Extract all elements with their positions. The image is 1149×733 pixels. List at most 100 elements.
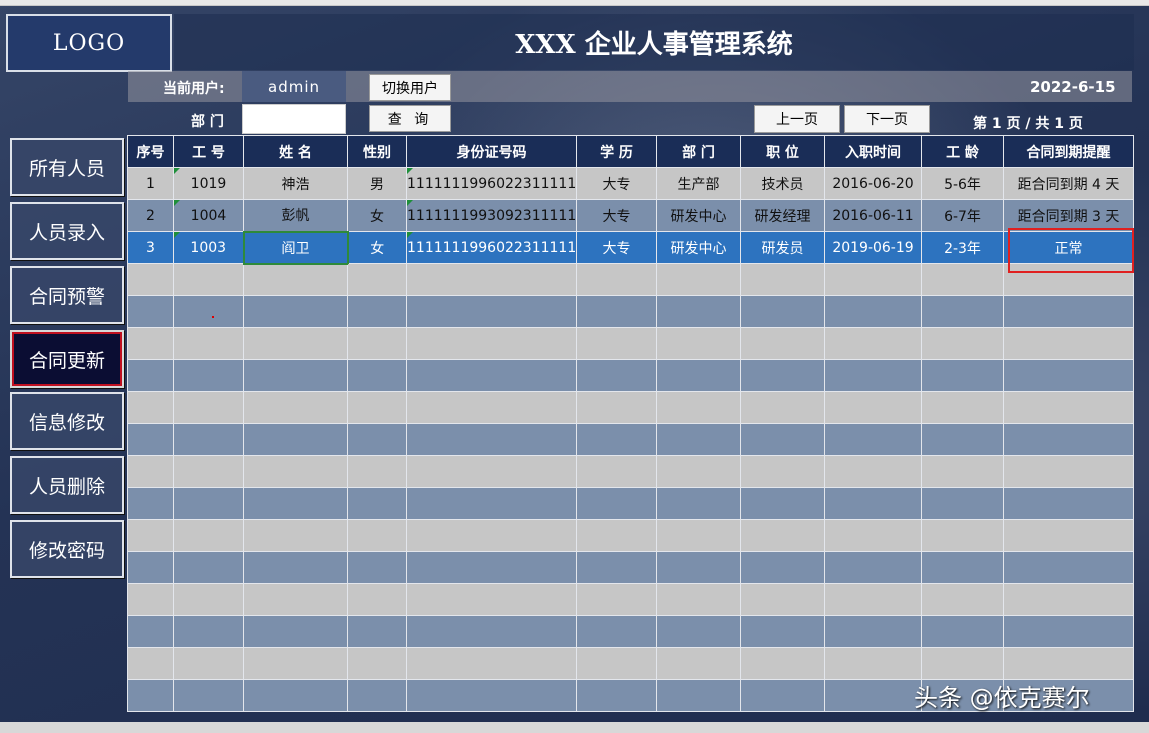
table-cell[interactable] bbox=[406, 359, 577, 392]
table-cell[interactable]: 神浩 bbox=[243, 167, 348, 200]
table-cell[interactable]: 女 bbox=[347, 199, 407, 232]
table-cell[interactable]: 6-7年 bbox=[921, 199, 1004, 232]
table-cell[interactable] bbox=[576, 615, 657, 648]
table-cell[interactable] bbox=[127, 583, 174, 616]
table-row[interactable] bbox=[127, 359, 1134, 392]
table-row[interactable] bbox=[127, 551, 1134, 584]
table-cell[interactable] bbox=[173, 423, 244, 456]
table-cell[interactable] bbox=[824, 359, 922, 392]
table-cell[interactable]: 1111111996022311111 bbox=[406, 231, 577, 264]
table-cell[interactable] bbox=[173, 551, 244, 584]
table-cell[interactable]: 2 bbox=[127, 199, 174, 232]
table-cell[interactable] bbox=[576, 679, 657, 712]
table-cell[interactable] bbox=[1003, 423, 1134, 456]
table-cell[interactable] bbox=[406, 423, 577, 456]
table-cell[interactable] bbox=[656, 263, 741, 296]
sidebar-item-contract-warning[interactable]: 合同预警 bbox=[10, 266, 124, 324]
table-cell[interactable] bbox=[740, 263, 825, 296]
table-cell[interactable] bbox=[576, 487, 657, 520]
table-cell[interactable] bbox=[740, 583, 825, 616]
table-cell[interactable] bbox=[921, 263, 1004, 296]
table-cell[interactable] bbox=[127, 391, 174, 424]
table-cell[interactable] bbox=[243, 391, 348, 424]
table-cell[interactable] bbox=[347, 455, 407, 488]
table-cell[interactable] bbox=[406, 583, 577, 616]
table-cell[interactable] bbox=[576, 519, 657, 552]
table-cell[interactable] bbox=[406, 455, 577, 488]
table-cell[interactable] bbox=[406, 263, 577, 296]
table-cell[interactable] bbox=[921, 455, 1004, 488]
table-cell[interactable] bbox=[740, 391, 825, 424]
table-cell[interactable]: 女 bbox=[347, 231, 407, 264]
table-cell[interactable] bbox=[1003, 359, 1134, 392]
table-cell[interactable] bbox=[921, 487, 1004, 520]
table-row[interactable]: 3 1003 阎卫女 1111111996022311111 大专 研发中心 研发员 2019… bbox=[127, 230, 1134, 265]
table-cell[interactable] bbox=[656, 391, 741, 424]
sidebar-item-change-password[interactable]: 修改密码 bbox=[10, 520, 124, 578]
table-cell[interactable] bbox=[740, 519, 825, 552]
table-cell[interactable] bbox=[656, 359, 741, 392]
table-row[interactable] bbox=[127, 423, 1134, 456]
table-cell[interactable] bbox=[243, 487, 348, 520]
table-cell[interactable] bbox=[173, 519, 244, 552]
table-cell[interactable] bbox=[656, 679, 741, 712]
table-cell[interactable] bbox=[243, 455, 348, 488]
table-cell[interactable] bbox=[406, 487, 577, 520]
table-cell[interactable] bbox=[656, 551, 741, 584]
table-cell[interactable] bbox=[576, 295, 657, 328]
table-row[interactable] bbox=[127, 295, 1134, 328]
table-cell[interactable] bbox=[656, 487, 741, 520]
table-cell[interactable]: 1111111996022311111 bbox=[406, 167, 577, 200]
table-cell[interactable] bbox=[347, 295, 407, 328]
table-cell[interactable] bbox=[347, 423, 407, 456]
table-cell[interactable] bbox=[127, 615, 174, 648]
table-cell[interactable] bbox=[824, 327, 922, 360]
table-row[interactable] bbox=[127, 615, 1134, 648]
table-cell[interactable] bbox=[824, 679, 922, 712]
table-cell[interactable] bbox=[406, 679, 577, 712]
table-cell[interactable] bbox=[921, 551, 1004, 584]
table-cell[interactable]: 阎卫 bbox=[242, 230, 349, 265]
table-cell[interactable] bbox=[243, 615, 348, 648]
table-cell[interactable]: 彭帆 bbox=[243, 199, 348, 232]
table-cell[interactable] bbox=[406, 647, 577, 680]
table-cell[interactable] bbox=[656, 327, 741, 360]
table-cell[interactable] bbox=[243, 679, 348, 712]
table-cell[interactable] bbox=[576, 327, 657, 360]
table-cell[interactable]: 男 bbox=[347, 167, 407, 200]
table-cell[interactable] bbox=[127, 647, 174, 680]
table-cell[interactable] bbox=[127, 295, 174, 328]
table-cell[interactable]: 研发中心 bbox=[656, 231, 741, 264]
table-cell[interactable] bbox=[243, 359, 348, 392]
table-cell[interactable]: 1 bbox=[127, 167, 174, 200]
department-input[interactable] bbox=[242, 104, 346, 134]
table-cell[interactable] bbox=[824, 263, 922, 296]
table-cell[interactable] bbox=[173, 295, 244, 328]
table-cell[interactable] bbox=[824, 295, 922, 328]
table-cell[interactable]: 3 bbox=[127, 231, 174, 264]
table-cell[interactable] bbox=[1003, 327, 1134, 360]
table-cell[interactable] bbox=[921, 327, 1004, 360]
table-cell[interactable]: 距合同到期 3 天 bbox=[1003, 199, 1134, 232]
table-cell[interactable] bbox=[740, 359, 825, 392]
table-cell[interactable] bbox=[1003, 455, 1134, 488]
table-cell[interactable]: 2016-06-11 bbox=[824, 199, 922, 232]
table-cell[interactable] bbox=[921, 615, 1004, 648]
table-cell[interactable] bbox=[1003, 391, 1134, 424]
table-cell[interactable]: 距合同到期 4 天 bbox=[1003, 167, 1134, 200]
table-cell[interactable] bbox=[656, 423, 741, 456]
table-cell[interactable]: 1111111993092311111 bbox=[406, 199, 577, 232]
table-cell[interactable] bbox=[921, 423, 1004, 456]
table-cell[interactable] bbox=[824, 519, 922, 552]
table-cell[interactable]: 2016-06-20 bbox=[824, 167, 922, 200]
table-cell[interactable] bbox=[1003, 519, 1134, 552]
table-cell[interactable] bbox=[243, 263, 348, 296]
table-row[interactable] bbox=[127, 519, 1134, 552]
table-cell[interactable] bbox=[127, 455, 174, 488]
table-row[interactable]: 1 1019 神浩男 1111111996022311111 大专 生产部 技术员 2016-… bbox=[127, 167, 1134, 200]
table-cell[interactable] bbox=[243, 551, 348, 584]
table-cell[interactable]: 1003 bbox=[173, 231, 244, 264]
table-cell[interactable]: 1019 bbox=[173, 167, 244, 200]
table-cell[interactable] bbox=[740, 327, 825, 360]
table-cell[interactable]: 研发经理 bbox=[740, 199, 825, 232]
